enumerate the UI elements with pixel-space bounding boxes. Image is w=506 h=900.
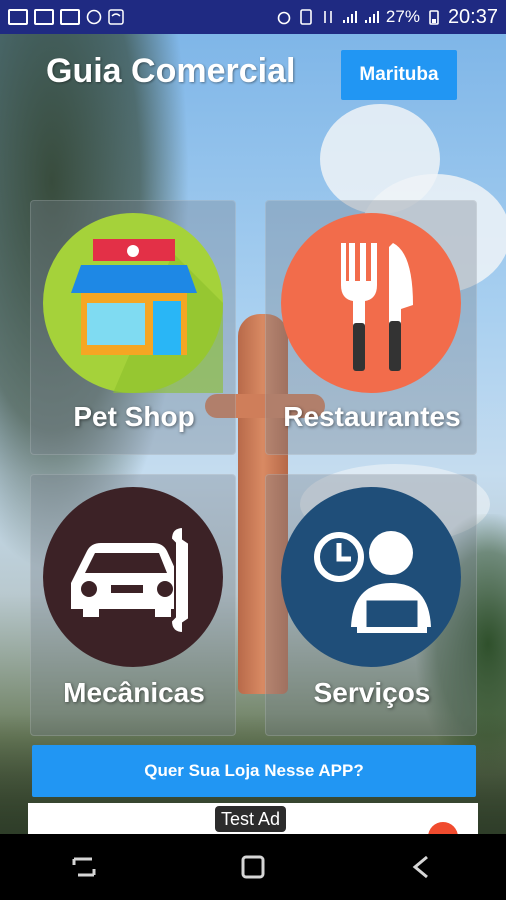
pet-shop-icon <box>43 213 223 393</box>
back-button[interactable] <box>392 847 452 887</box>
category-label: Mecânicas <box>63 677 205 708</box>
back-icon <box>412 855 428 879</box>
category-label: Serviços <box>313 677 431 708</box>
recent-apps-icon <box>72 857 96 877</box>
clock: 20:37 <box>447 5 498 28</box>
battery-percent: 27% <box>385 7 420 26</box>
sim-icon <box>300 9 312 25</box>
whatsapp-icon <box>86 9 102 25</box>
wifi-icon <box>108 9 124 25</box>
app-title: Guia Comercial <box>46 52 296 90</box>
cutlery-icon <box>281 213 461 393</box>
category-label: Restaurantes <box>283 401 461 432</box>
home-icon <box>241 855 265 879</box>
category-tile-pet-shop[interactable]: Pet Shop <box>30 200 236 455</box>
service-worker-icon <box>281 487 461 667</box>
notification-icons <box>8 9 124 25</box>
system-nav-bar <box>0 834 506 900</box>
category-tile-mecanicas[interactable]: Mecânicas <box>30 474 236 736</box>
image-icon <box>60 9 80 25</box>
category-label: Pet Shop <box>73 401 195 432</box>
signal-icon-2 <box>364 11 379 23</box>
home-button[interactable] <box>223 847 283 887</box>
category-tile-restaurantes[interactable]: Restaurantes <box>265 200 477 455</box>
status-bar: 27% 20:37 <box>0 0 506 34</box>
signal-icon <box>342 11 357 23</box>
city-select-button[interactable]: Marituba <box>341 50 457 100</box>
recent-apps-button[interactable] <box>54 847 114 887</box>
register-store-button[interactable]: Quer Sua Loja Nesse APP? <box>32 745 476 797</box>
gallery-icon-2 <box>34 9 54 25</box>
category-tile-servicos[interactable]: Serviços <box>265 474 477 736</box>
alarm-icon <box>277 11 291 25</box>
data-arrows-icon <box>324 11 332 23</box>
car-wrench-icon <box>43 487 223 667</box>
gallery-icon <box>8 9 28 25</box>
battery-icon <box>429 10 439 25</box>
ad-label: Test Ad <box>215 806 287 832</box>
